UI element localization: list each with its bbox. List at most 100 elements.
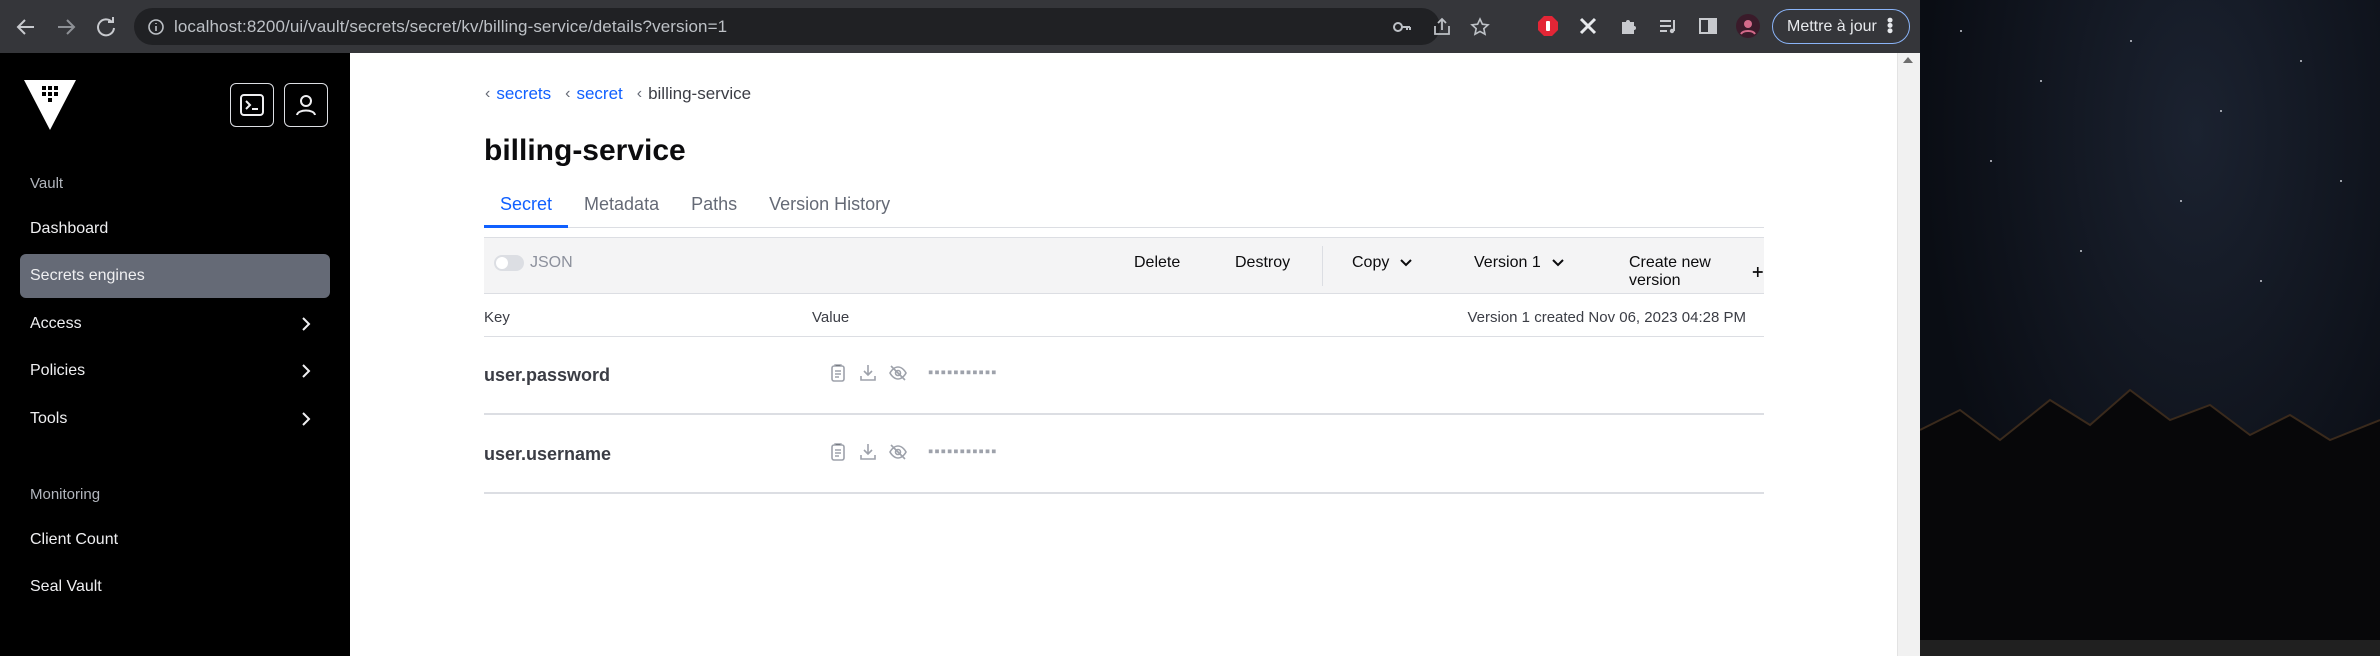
chevron-left-icon: ‹ bbox=[636, 85, 643, 102]
version-created-info: Version 1 created Nov 06, 2023 04:28 PM bbox=[1467, 309, 1746, 326]
masked-value: ▪▪▪▪▪▪▪▪▪▪▪ bbox=[928, 443, 998, 460]
url-text: localhost:8200/ui/vault/secrets/secret/k… bbox=[174, 16, 728, 36]
sidebar-item-access[interactable]: Access bbox=[20, 302, 330, 346]
back-button[interactable] bbox=[6, 7, 46, 47]
column-header-value: Value bbox=[812, 309, 850, 326]
copy-dropdown[interactable]: Copy bbox=[1352, 254, 1413, 272]
extension-adblock-icon[interactable] bbox=[1534, 12, 1562, 40]
value-actions bbox=[828, 363, 908, 383]
tab-secret[interactable]: Secret bbox=[484, 182, 569, 228]
scroll-up-arrow-icon[interactable] bbox=[1903, 57, 1913, 63]
key-icon[interactable] bbox=[1390, 15, 1414, 39]
console-button[interactable] bbox=[230, 83, 274, 127]
breadcrumb-link-secret[interactable]: secret bbox=[576, 84, 622, 104]
main-content: ‹ secrets ‹ secret ‹ billing-service bil… bbox=[350, 53, 1897, 656]
delete-label: Delete bbox=[1134, 254, 1181, 271]
plus-icon bbox=[1753, 267, 1764, 277]
sidebar-item-dashboard[interactable]: Dashboard bbox=[20, 207, 330, 251]
user-menu-button[interactable] bbox=[284, 83, 328, 127]
secret-toolbar: JSON Delete Destroy Copy Version 1 Creat… bbox=[484, 237, 1764, 294]
table-row: user.password ▪▪▪▪▪▪▪▪▪▪▪ bbox=[484, 337, 1764, 415]
chevron-down-icon bbox=[1552, 259, 1564, 267]
extension-x-icon[interactable] bbox=[1574, 12, 1602, 40]
version-dropdown[interactable]: Version 1 bbox=[1474, 254, 1565, 272]
destroy-label: Destroy bbox=[1235, 254, 1291, 271]
delete-button[interactable]: Delete bbox=[1134, 254, 1180, 272]
tab-bar: Secret Metadata Paths Version History bbox=[484, 182, 1764, 228]
reload-icon bbox=[97, 16, 115, 36]
reload-button[interactable] bbox=[86, 7, 126, 47]
breadcrumb-link-secrets[interactable]: secrets bbox=[496, 84, 551, 104]
share-icon[interactable] bbox=[1430, 15, 1454, 39]
sidebar-item-label: Policies bbox=[30, 362, 86, 379]
section-heading-vault: Vault bbox=[30, 175, 64, 192]
value-actions bbox=[828, 442, 908, 462]
create-new-version-label: Create new version bbox=[1629, 254, 1711, 289]
update-browser-button[interactable]: Mettre à jour ••• bbox=[1772, 9, 1910, 44]
update-label: Mettre à jour bbox=[1787, 17, 1877, 35]
breadcrumb-item: ‹ secret bbox=[565, 84, 623, 104]
copy-label: Copy bbox=[1352, 254, 1390, 271]
desktop-wallpaper bbox=[1920, 0, 2380, 656]
chevron-left-icon: ‹ bbox=[485, 85, 491, 102]
extensions-puzzle-icon[interactable] bbox=[1614, 12, 1642, 40]
sidebar-item-label: Access bbox=[30, 315, 82, 332]
site-info-icon[interactable] bbox=[138, 8, 174, 45]
table-row: user.username ▪▪▪▪▪▪▪▪▪▪▪ bbox=[484, 416, 1764, 494]
profile-avatar-icon[interactable] bbox=[1734, 12, 1762, 40]
copy-icon[interactable] bbox=[828, 442, 848, 462]
sidebar-item-label: Secrets engines bbox=[30, 267, 145, 284]
version-label: Version 1 bbox=[1474, 254, 1541, 271]
reading-list-icon[interactable] bbox=[1654, 12, 1682, 40]
forward-button[interactable] bbox=[46, 7, 86, 47]
download-icon[interactable] bbox=[858, 363, 878, 383]
eye-off-icon[interactable] bbox=[888, 363, 908, 383]
bookmark-star-icon[interactable] bbox=[1468, 15, 1492, 39]
more-menu-icon[interactable]: ••• bbox=[1880, 17, 1900, 33]
copy-icon[interactable] bbox=[828, 363, 848, 383]
browser-window: localhost:8200/ui/vault/secrets/secret/k… bbox=[0, 0, 1920, 656]
sidebar-item-client-count[interactable]: Client Count bbox=[20, 518, 330, 562]
breadcrumb-item: ‹ secrets bbox=[485, 84, 551, 104]
side-panel-icon[interactable] bbox=[1694, 12, 1722, 40]
tab-version-history[interactable]: Version History bbox=[753, 182, 906, 228]
breadcrumb-item: ‹ billing-service bbox=[637, 84, 751, 104]
sidebar-item-policies[interactable]: Policies bbox=[20, 349, 330, 393]
kv-table-header: Key Value Version 1 created Nov 06, 2023… bbox=[484, 294, 1764, 337]
page-scrollbar[interactable] bbox=[1897, 53, 1920, 656]
vault-logo-icon[interactable] bbox=[24, 80, 76, 130]
sidebar-item-secrets-engines[interactable]: Secrets engines bbox=[20, 254, 330, 298]
tab-metadata[interactable]: Metadata bbox=[568, 182, 675, 228]
windows-taskbar bbox=[1920, 640, 2380, 656]
destroy-button[interactable]: Destroy bbox=[1235, 254, 1290, 272]
sidebar-item-tools[interactable]: Tools bbox=[20, 397, 330, 441]
arrow-left-icon bbox=[16, 18, 34, 35]
breadcrumb-current: billing-service bbox=[648, 84, 752, 103]
json-toggle[interactable] bbox=[494, 255, 524, 271]
toolbar-divider bbox=[1322, 246, 1323, 286]
sidebar-item-label: Tools bbox=[30, 410, 68, 427]
section-heading-monitoring: Monitoring bbox=[30, 486, 101, 503]
arrow-right-icon bbox=[58, 18, 76, 35]
eye-off-icon[interactable] bbox=[888, 442, 908, 462]
sidebar-item-label: Client Count bbox=[30, 531, 119, 548]
json-toggle-label: JSON bbox=[530, 254, 573, 271]
download-icon[interactable] bbox=[858, 442, 878, 462]
secret-key: user.password bbox=[484, 365, 611, 385]
sidebar-item-seal-vault[interactable]: Seal Vault bbox=[20, 565, 330, 609]
sidebar-item-label: Seal Vault bbox=[30, 578, 102, 595]
terminal-icon bbox=[240, 94, 264, 116]
tab-paths[interactable]: Paths bbox=[675, 182, 753, 228]
chevron-right-icon bbox=[302, 364, 311, 378]
address-bar[interactable]: localhost:8200/ui/vault/secrets/secret/k… bbox=[134, 8, 1490, 45]
mountain-silhouette bbox=[1920, 388, 2380, 640]
user-icon bbox=[296, 95, 316, 116]
masked-value: ▪▪▪▪▪▪▪▪▪▪▪ bbox=[928, 364, 998, 381]
chevron-down-icon bbox=[1400, 259, 1413, 267]
chevron-left-icon: ‹ bbox=[565, 85, 571, 102]
secret-key: user.username bbox=[484, 444, 612, 464]
browser-toolbar: localhost:8200/ui/vault/secrets/secret/k… bbox=[0, 0, 1920, 53]
vault-sidebar: Vault Dashboard Secrets engines Access P… bbox=[0, 53, 350, 656]
create-new-version-button[interactable]: Create new version bbox=[1629, 254, 1764, 290]
column-header-key: Key bbox=[484, 309, 510, 326]
